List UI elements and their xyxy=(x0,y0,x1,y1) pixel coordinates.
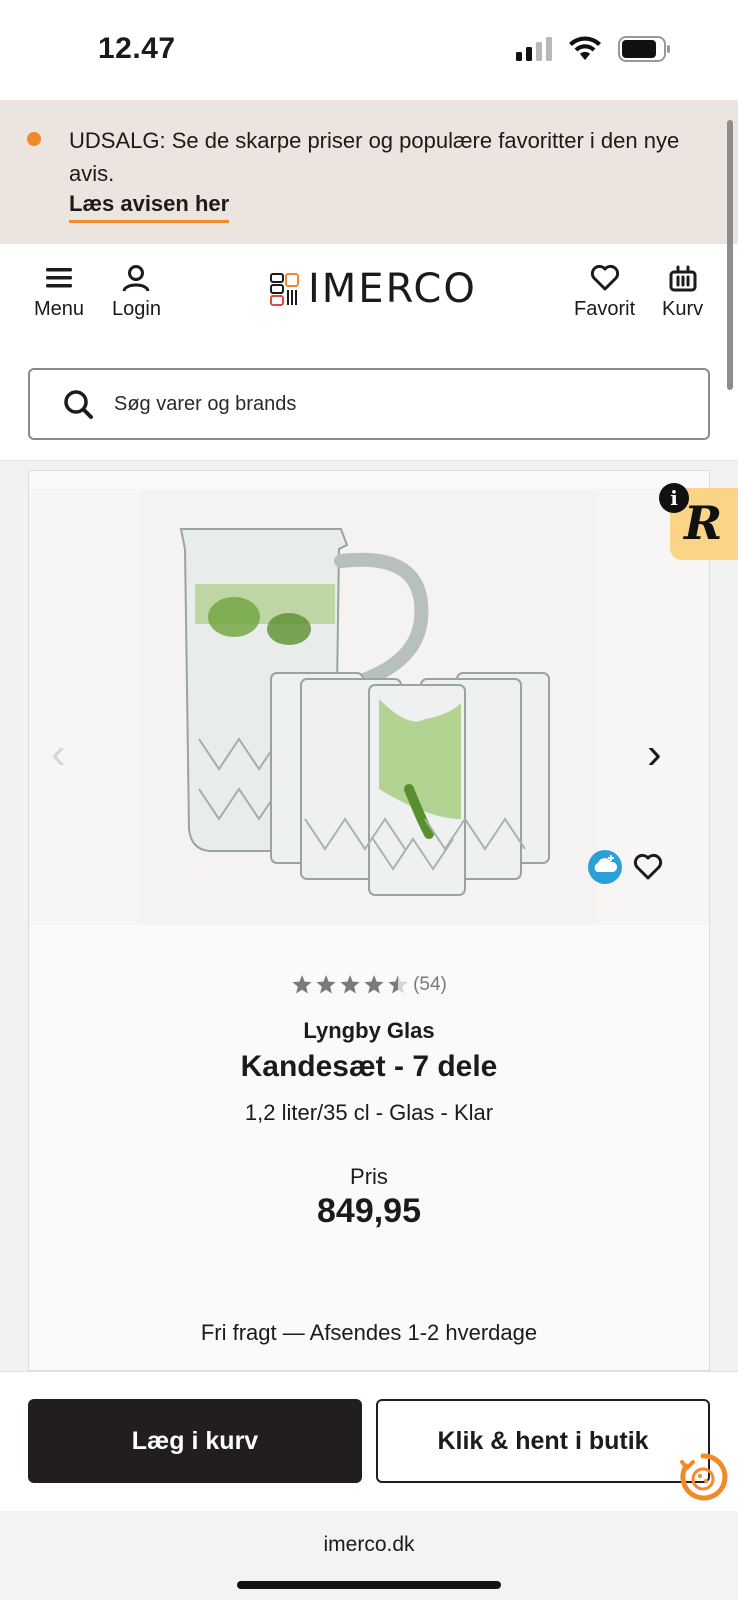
imerco-logo[interactable]: IMERCO xyxy=(270,266,477,312)
favorite-label: Favorit xyxy=(574,298,636,320)
next-image-icon[interactable]: › xyxy=(647,729,662,779)
badge-letter: R xyxy=(684,496,723,550)
status-icons xyxy=(516,36,672,62)
logo-text: IMERCO xyxy=(308,266,477,312)
menu-button[interactable]: Menu xyxy=(34,264,84,321)
home-indicator[interactable] xyxy=(237,1581,501,1589)
prev-image-icon[interactable]: ‹ xyxy=(51,729,66,779)
url-text[interactable]: imerco.dk xyxy=(0,1533,738,1557)
promo-dot xyxy=(27,132,41,146)
action-bar: Læg i kurv Klik & hent i butik xyxy=(0,1371,738,1511)
browser-url-bar: imerco.dk xyxy=(0,1511,738,1600)
signal-icon xyxy=(516,37,552,61)
price-label: Pris xyxy=(350,1164,388,1189)
status-bar: 12.47 xyxy=(0,0,738,100)
heart-icon xyxy=(590,264,619,291)
wifi-icon xyxy=(569,36,601,60)
menu-label: Menu xyxy=(34,298,85,320)
battery-icon xyxy=(618,36,670,62)
rating-stars-icon xyxy=(292,975,408,994)
cart-label: Kurv xyxy=(662,298,704,320)
click-collect-button[interactable]: Klik & hent i butik xyxy=(376,1399,710,1483)
status-time: 12.47 xyxy=(98,32,176,65)
favorite-button[interactable]: Favorit xyxy=(574,264,635,321)
product-card: ‹ › xyxy=(28,470,710,1371)
product-price: 849,95 xyxy=(317,1192,421,1230)
cookie-settings-icon[interactable] xyxy=(678,1452,728,1502)
search-input[interactable]: Søg varer og brands xyxy=(28,368,710,440)
review-count: (54) xyxy=(413,974,447,995)
product-variant: 1,2 liter/35 cl - Glas - Klar xyxy=(244,1100,494,1125)
site-header: Menu Login IMERCO Favorit Kurv xyxy=(0,244,738,344)
user-icon xyxy=(122,265,150,292)
cloud-plus-icon[interactable] xyxy=(587,849,623,885)
promo-text: UDSALG: Se de skarpe priser og populære … xyxy=(69,128,680,186)
scrollbar[interactable] xyxy=(727,120,733,390)
logo-mark-icon xyxy=(270,273,299,306)
login-label: Login xyxy=(112,298,161,320)
cart-button[interactable]: Kurv xyxy=(662,264,703,321)
search-placeholder: Søg varer og brands xyxy=(114,392,297,415)
add-to-cart-button[interactable]: Læg i kurv xyxy=(28,1399,362,1483)
promo-link[interactable]: Læs avisen her xyxy=(69,191,230,223)
login-button[interactable]: Login xyxy=(112,264,161,321)
shipping-info: Fri fragt — Afsendes 1-2 hverdage xyxy=(200,1320,538,1345)
hamburger-icon xyxy=(46,268,73,288)
product-brand[interactable]: Lyngby Glas xyxy=(0,1018,738,1044)
product-rating[interactable]: (54) xyxy=(0,974,738,996)
search-icon xyxy=(64,390,93,419)
info-icon[interactable]: i xyxy=(659,483,689,513)
basket-icon xyxy=(669,265,697,292)
product-image-carousel[interactable]: ‹ › xyxy=(29,489,709,925)
favorite-heart-icon[interactable] xyxy=(633,853,663,881)
product-title: Kandesæt - 7 dele xyxy=(240,1050,498,1083)
